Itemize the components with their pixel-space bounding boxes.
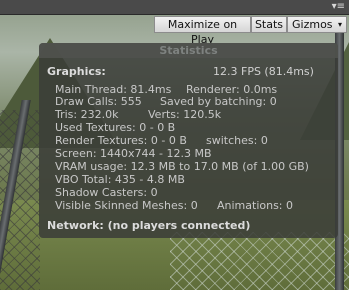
window-toolbar: ▾≡: [0, 0, 349, 15]
menu-icon[interactable]: ▾≡: [332, 1, 345, 13]
maximize-on-play-button[interactable]: Maximize on Play: [154, 16, 251, 46]
gizmos-dropdown[interactable]: Gizmos ▾: [287, 16, 347, 33]
statistics-panel: Statistics Graphics: 12.3 FPS (81.4ms) M…: [39, 43, 338, 238]
draw-calls-stat: Draw Calls: 555: [55, 95, 142, 108]
network-status: Network: (no players connected): [47, 219, 251, 232]
gizmos-label: Gizmos: [292, 18, 333, 31]
chevron-down-icon: ▾: [337, 20, 342, 29]
tris-stat: Tris: 232.0k: [55, 108, 119, 121]
verts-stat: Verts: 120.5k: [148, 108, 222, 121]
animations-stat: Animations: 0: [217, 199, 294, 212]
chain-fence-bottom: [170, 232, 349, 290]
saved-by-batching-stat: Saved by batching: 0: [160, 95, 277, 108]
graphics-header: Graphics:: [47, 65, 106, 78]
screen-stat: Screen: 1440x744 - 12.3 MB: [55, 147, 212, 160]
vbo-stat: VBO Total: 435 - 4.8 MB: [55, 173, 185, 186]
skinned-meshes-stat: Visible Skinned Meshes: 0: [55, 199, 198, 212]
panel-title: Statistics: [39, 43, 338, 58]
used-textures-stat: Used Textures: 0 - 0 B: [55, 121, 176, 134]
fps-value: 12.3 FPS (81.4ms): [213, 65, 314, 78]
switches-stat: switches: 0: [206, 134, 268, 147]
vram-stat: VRAM usage: 12.3 MB to 17.0 MB (of 1.00 …: [55, 160, 309, 173]
stats-button[interactable]: Stats: [251, 16, 287, 33]
shadow-casters-stat: Shadow Casters: 0: [55, 186, 158, 199]
render-textures-stat: Render Textures: 0 - 0 B: [55, 134, 187, 147]
